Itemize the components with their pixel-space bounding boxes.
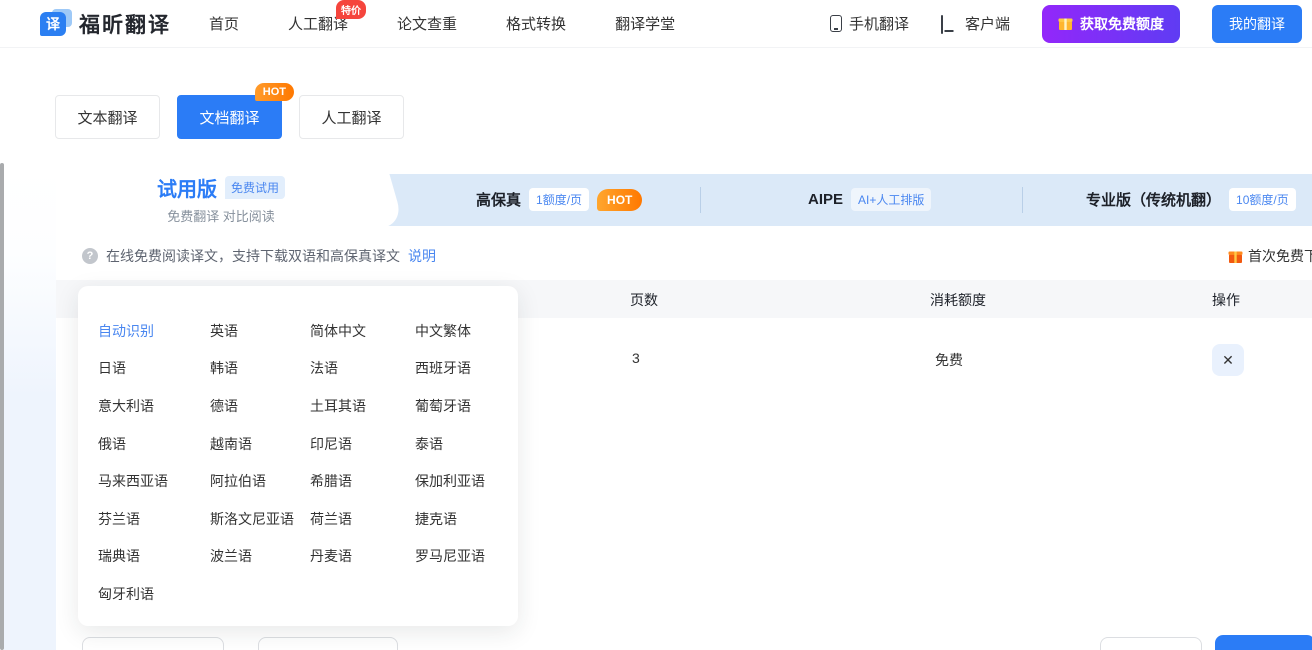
plan-divider — [1022, 187, 1023, 213]
phone-icon — [830, 15, 842, 32]
info-bar: ? 在线免费阅读译文，支持下载双语和高保真译文 说明 — [82, 246, 436, 266]
plan-trial-header[interactable]: 试用版 免费试用 免费翻译 对比阅读 — [56, 173, 386, 225]
language-row: 瑞典语 波兰语 丹麦语 罗马尼亚语 — [98, 538, 518, 576]
language-option[interactable]: 瑞典语 — [98, 546, 210, 566]
language-row: 匈牙利语 — [98, 575, 518, 613]
gift-icon — [1228, 249, 1243, 264]
monitor-icon — [941, 16, 958, 32]
language-option[interactable]: 土耳其语 — [310, 396, 415, 416]
page-left-gutter — [4, 166, 56, 650]
secondary-action-button[interactable] — [1100, 637, 1202, 650]
plan-tab-hifi[interactable]: 高保真 1额度/页 HOT — [476, 188, 642, 211]
language-row: 马来西亚语 阿拉伯语 希腊语 保加利亚语 — [98, 462, 518, 500]
language-option[interactable]: 英语 — [210, 321, 310, 341]
nav-item-paper-check[interactable]: 论文查重 — [397, 13, 457, 34]
language-option-auto[interactable]: 自动识别 — [98, 321, 210, 341]
first-free-download-promo[interactable]: 首次免费下 — [1228, 246, 1312, 266]
brand-logo-icon: 译 — [40, 9, 70, 39]
language-option[interactable]: 法语 — [310, 358, 415, 378]
language-option[interactable]: 荷兰语 — [310, 509, 415, 529]
nav-item-academy[interactable]: 翻译学堂 — [615, 13, 675, 34]
language-option[interactable]: 德语 — [210, 396, 310, 416]
language-dropdown-panel: 自动识别 英语 简体中文 中文繁体 日语 韩语 法语 西班牙语 意大利语 德语 … — [78, 286, 518, 626]
language-option[interactable]: 意大利语 — [98, 396, 210, 416]
plan-trial-badge: 免费试用 — [225, 176, 285, 199]
desktop-client-link[interactable]: 客户端 — [941, 13, 1010, 34]
language-option[interactable]: 斯洛文尼亚语 — [210, 509, 310, 529]
brand-logo[interactable]: 译 福昕翻译 — [40, 9, 171, 39]
left-scrollbar[interactable] — [0, 163, 4, 650]
plan-tab-pro[interactable]: 专业版（传统机翻） 10额度/页 — [1086, 188, 1296, 211]
language-option[interactable]: 芬兰语 — [98, 509, 210, 529]
close-icon: ✕ — [1222, 352, 1234, 369]
language-option[interactable]: 泰语 — [415, 434, 443, 454]
cell-quota: 免费 — [935, 350, 963, 370]
special-price-badge: 特价 — [336, 0, 366, 19]
info-text: 在线免费阅读译文，支持下载双语和高保真译文 — [106, 246, 400, 266]
language-option[interactable]: 捷克语 — [415, 509, 457, 529]
plan-tab-aipe[interactable]: AIPE AI+人工排版 — [808, 188, 931, 211]
language-option[interactable]: 波兰语 — [210, 546, 310, 566]
language-option[interactable]: 阿拉伯语 — [210, 471, 310, 491]
language-row: 自动识别 英语 简体中文 中文繁体 — [98, 312, 518, 350]
language-option[interactable]: 印尼语 — [310, 434, 415, 454]
plan-pro-price-badge: 10额度/页 — [1229, 188, 1296, 211]
language-option[interactable]: 希腊语 — [310, 471, 415, 491]
column-header-quota: 消耗额度 — [930, 290, 986, 310]
language-option[interactable]: 日语 — [98, 358, 210, 378]
source-language-select[interactable] — [82, 637, 224, 650]
cell-pages: 3 — [632, 350, 640, 366]
translate-page: 译 福昕翻译 首页 人工翻译 特价 论文查重 格式转换 翻译学堂 手机翻译 客户… — [0, 0, 1312, 650]
language-option[interactable]: 简体中文 — [310, 321, 415, 341]
language-option[interactable]: 俄语 — [98, 434, 210, 454]
info-explain-link[interactable]: 说明 — [408, 246, 436, 266]
hot-badge: HOT — [597, 189, 642, 211]
language-option[interactable]: 越南语 — [210, 434, 310, 454]
help-icon[interactable]: ? — [82, 248, 98, 264]
language-option[interactable]: 西班牙语 — [415, 358, 471, 378]
language-option[interactable]: 罗马尼亚语 — [415, 546, 485, 566]
brand-name: 福昕翻译 — [79, 9, 171, 39]
language-option[interactable]: 韩语 — [210, 358, 310, 378]
plan-hifi-price-badge: 1额度/页 — [529, 188, 589, 211]
language-row: 俄语 越南语 印尼语 泰语 — [98, 425, 518, 463]
language-option[interactable]: 中文繁体 — [415, 321, 471, 341]
language-row: 意大利语 德语 土耳其语 葡萄牙语 — [98, 387, 518, 425]
language-row: 日语 韩语 法语 西班牙语 — [98, 350, 518, 388]
tab-document-translate[interactable]: 文档翻译 HOT — [177, 95, 282, 139]
mode-tabs: 文本翻译 文档翻译 HOT 人工翻译 — [55, 95, 404, 139]
plan-aipe-badge: AI+人工排版 — [851, 188, 931, 211]
column-header-pages: 页数 — [630, 290, 658, 310]
plan-divider — [700, 187, 701, 213]
column-header-action: 操作 — [1212, 290, 1240, 310]
top-nav: 译 福昕翻译 首页 人工翻译 特价 论文查重 格式转换 翻译学堂 手机翻译 客户… — [0, 0, 1312, 48]
language-option[interactable]: 匈牙利语 — [98, 584, 210, 604]
language-option[interactable]: 丹麦语 — [310, 546, 415, 566]
plan-trial-subtitle: 免费翻译 对比阅读 — [56, 206, 386, 225]
hot-badge: HOT — [255, 83, 294, 101]
target-language-select[interactable] — [258, 637, 398, 650]
main-menu: 首页 人工翻译 特价 论文查重 格式转换 翻译学堂 — [209, 13, 675, 34]
plan-hifi-title: 高保真 — [476, 189, 521, 210]
translate-button[interactable] — [1215, 635, 1312, 650]
plan-trial-title: 试用版 — [157, 173, 217, 202]
tab-text-translate[interactable]: 文本翻译 — [55, 95, 160, 139]
language-row: 芬兰语 斯洛文尼亚语 荷兰语 捷克语 — [98, 500, 518, 538]
my-translations-button[interactable]: 我的翻译 — [1212, 5, 1302, 43]
language-option[interactable]: 马来西亚语 — [98, 471, 210, 491]
nav-actions: 手机翻译 客户端 获取免费额度 我的翻译 — [830, 5, 1304, 43]
language-option[interactable]: 保加利亚语 — [415, 471, 485, 491]
remove-file-button[interactable]: ✕ — [1212, 344, 1244, 376]
nav-item-human-translate[interactable]: 人工翻译 特价 — [288, 13, 348, 34]
plan-pro-title: 专业版（传统机翻） — [1086, 189, 1221, 210]
gift-icon — [1058, 16, 1073, 31]
tab-human-translate[interactable]: 人工翻译 — [299, 95, 404, 139]
get-free-quota-button[interactable]: 获取免费额度 — [1042, 5, 1180, 43]
plan-aipe-title: AIPE — [808, 191, 843, 208]
nav-item-format-convert[interactable]: 格式转换 — [506, 13, 566, 34]
mobile-translate-link[interactable]: 手机翻译 — [830, 13, 909, 34]
language-option[interactable]: 葡萄牙语 — [415, 396, 471, 416]
nav-item-home[interactable]: 首页 — [209, 13, 239, 34]
